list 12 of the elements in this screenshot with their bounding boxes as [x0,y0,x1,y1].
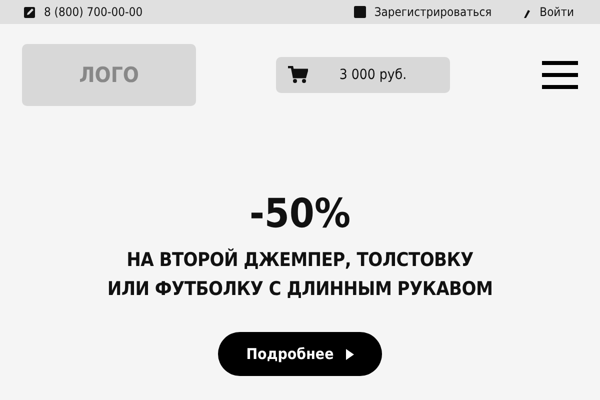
register-link[interactable]: Зарегистрироваться [354,5,492,19]
more-button[interactable]: Подробнее [218,332,382,376]
discount-title: -50% [249,190,351,238]
cart-icon [288,66,308,84]
phone-link[interactable]: 8 (800) 700-00-00 [24,5,143,19]
menu-icon[interactable] [542,61,578,89]
login-link[interactable]: Войти [522,5,574,19]
cart-button[interactable]: 3 000 руб. [276,57,450,93]
play-icon [346,348,354,360]
promo-text: ИЛИ ФУТБОЛКУ С ДЛИННЫМ РУКАВОМ [107,277,493,302]
edit-icon [24,6,36,18]
promo-text: НА ВТОРОЙ ДЖЕМПЕР, ТОЛСТОВКУ [126,247,474,273]
